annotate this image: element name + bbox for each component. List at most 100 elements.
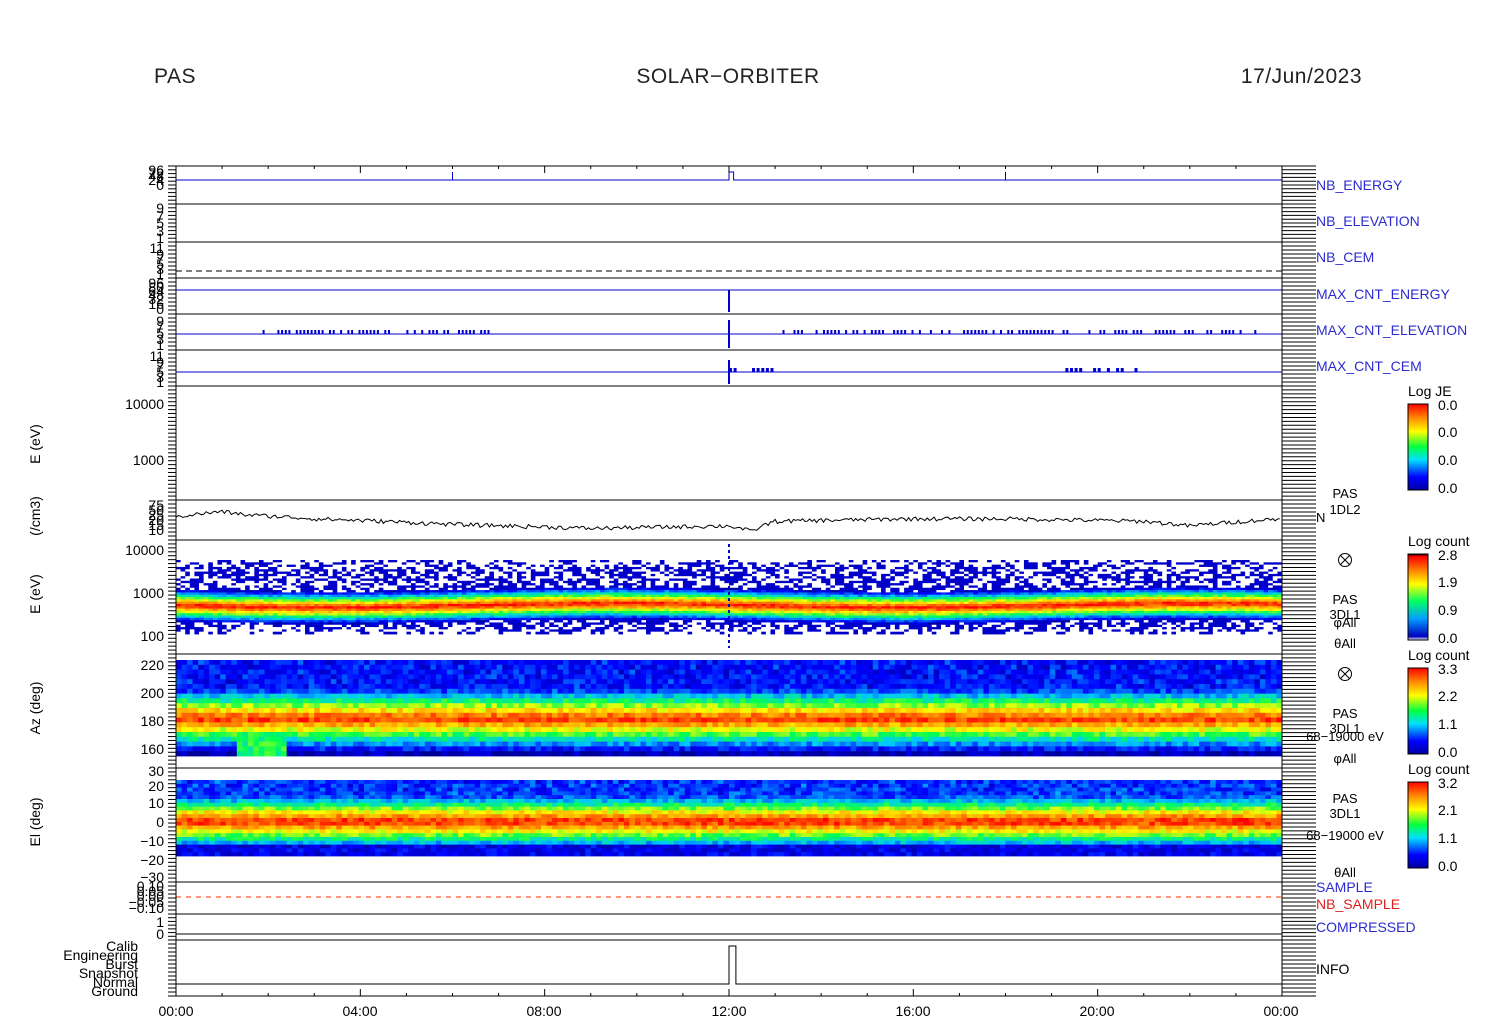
spectrogram-cell	[272, 587, 278, 591]
spectrogram-cell	[323, 587, 329, 591]
spectrogram-cell	[747, 617, 753, 621]
spectrogram-cell	[512, 590, 518, 593]
spectrogram-cell	[761, 615, 767, 619]
spectrogram-cell	[839, 629, 845, 633]
spectrogram-cell	[627, 578, 633, 582]
spectrogram-cell	[765, 562, 771, 566]
spectrogram-cell	[876, 578, 882, 582]
spectrogram-cell	[655, 576, 661, 579]
spectrogram-cell	[189, 608, 195, 612]
spectrogram-cell	[692, 564, 698, 568]
spectrogram-cell	[212, 610, 218, 614]
spectrogram-cell	[839, 606, 845, 609]
spectrogram-cell	[212, 594, 218, 598]
spectrogram-cell	[705, 601, 711, 605]
spectrogram-cell	[558, 610, 564, 614]
spectrogram-cell	[784, 576, 790, 579]
spectrogram-cell	[825, 601, 831, 605]
spectrogram-cell	[756, 564, 762, 568]
spectrogram-cell	[540, 569, 546, 572]
spectrogram-cell	[692, 620, 698, 623]
spectrogram-cell	[733, 627, 739, 630]
spectrogram-cell	[705, 590, 711, 593]
spectrogram-cell	[798, 580, 804, 584]
spectrogram-cell	[650, 562, 656, 566]
spectrogram-cell	[383, 590, 389, 593]
spectrogram-cell	[401, 601, 407, 605]
spectrogram-cell	[540, 560, 546, 563]
spectrogram-cell	[729, 564, 735, 568]
spectrogram-cell	[692, 601, 698, 605]
spectrogram-cell	[429, 631, 435, 635]
spectrogram-cell	[807, 613, 813, 616]
spectrogram-cell	[599, 620, 605, 623]
spectrogram-cell	[258, 624, 264, 628]
spectrogram-cell	[590, 610, 596, 614]
spectrogram-cell	[862, 573, 868, 577]
spectrogram-cell	[784, 562, 790, 566]
spectrogram-cell	[263, 631, 269, 635]
spectrogram-cell	[397, 620, 403, 623]
spectrogram-cell	[646, 580, 652, 584]
spectrogram-cell	[392, 608, 398, 612]
spectrogram-cell	[710, 578, 716, 582]
spectrogram-cell	[337, 569, 343, 572]
spectrogram-cell	[452, 610, 458, 614]
spectrogram-cell	[254, 627, 260, 630]
spectrogram-cell	[466, 564, 472, 568]
spectrogram-cell	[692, 594, 698, 598]
spectrogram-cell	[277, 580, 283, 584]
spectrogram-cell	[475, 610, 481, 614]
spectrogram-cell	[816, 613, 822, 616]
spectrogram-cell	[318, 610, 324, 614]
spectrogram-cell	[392, 576, 398, 579]
spectrogram-cell	[701, 613, 707, 616]
spectrogram-cell	[761, 613, 767, 616]
spectrogram-cell	[669, 613, 675, 616]
spectrogram-cell	[705, 615, 711, 619]
spectrogram-cell	[517, 608, 523, 612]
spectrogram-cell	[613, 560, 619, 563]
spectrogram-cell	[756, 608, 762, 612]
spectrogram-cell	[659, 585, 665, 589]
spectrogram-cell	[871, 620, 877, 623]
spectrogram-cell	[876, 622, 882, 626]
spectrogram-cell	[572, 573, 578, 577]
spectrogram-cell	[853, 613, 859, 616]
spectrogram-cell	[540, 564, 546, 568]
spectrogram-cell	[235, 569, 241, 572]
spectrogram-cell	[802, 576, 808, 579]
spectrogram-cell	[475, 629, 481, 633]
spectrogram-cell	[277, 620, 283, 623]
spectrogram-cell	[295, 624, 301, 628]
spectrogram-cell	[517, 569, 523, 572]
spectrogram-cell	[572, 597, 578, 600]
spectrogram-cell	[862, 617, 868, 621]
spectrogram-cell	[825, 564, 831, 568]
spectrogram-cell	[890, 580, 896, 584]
spectrogram-cell	[784, 599, 790, 603]
spectrogram-cell	[249, 560, 255, 563]
spectrogram-cell	[217, 571, 223, 575]
spectrogram-cell	[300, 597, 306, 600]
spectrogram-cell	[567, 564, 573, 568]
spectrogram-cell	[383, 610, 389, 614]
spectrogram-cell	[235, 587, 241, 591]
spectrogram-cell	[424, 615, 430, 619]
spectrogram-cell	[258, 571, 264, 575]
spectrogram-cell	[867, 603, 873, 607]
spectrogram-cell	[203, 617, 209, 621]
spectrogram-cell	[729, 613, 735, 616]
spectrogram-cell	[811, 610, 817, 614]
spectrogram-cell	[632, 608, 638, 612]
spectrogram-cell	[240, 608, 246, 612]
spectrogram-cell	[235, 597, 241, 600]
spectrogram-cell	[673, 587, 679, 591]
spectrogram-cell	[498, 580, 504, 584]
spectrogram-cell	[761, 622, 767, 626]
spectrogram-cell	[461, 587, 467, 591]
spectrogram-cell	[793, 597, 799, 600]
spectrogram-cell	[853, 627, 859, 630]
spectrogram-cell	[457, 580, 463, 584]
spectrogram-cell	[756, 597, 762, 600]
